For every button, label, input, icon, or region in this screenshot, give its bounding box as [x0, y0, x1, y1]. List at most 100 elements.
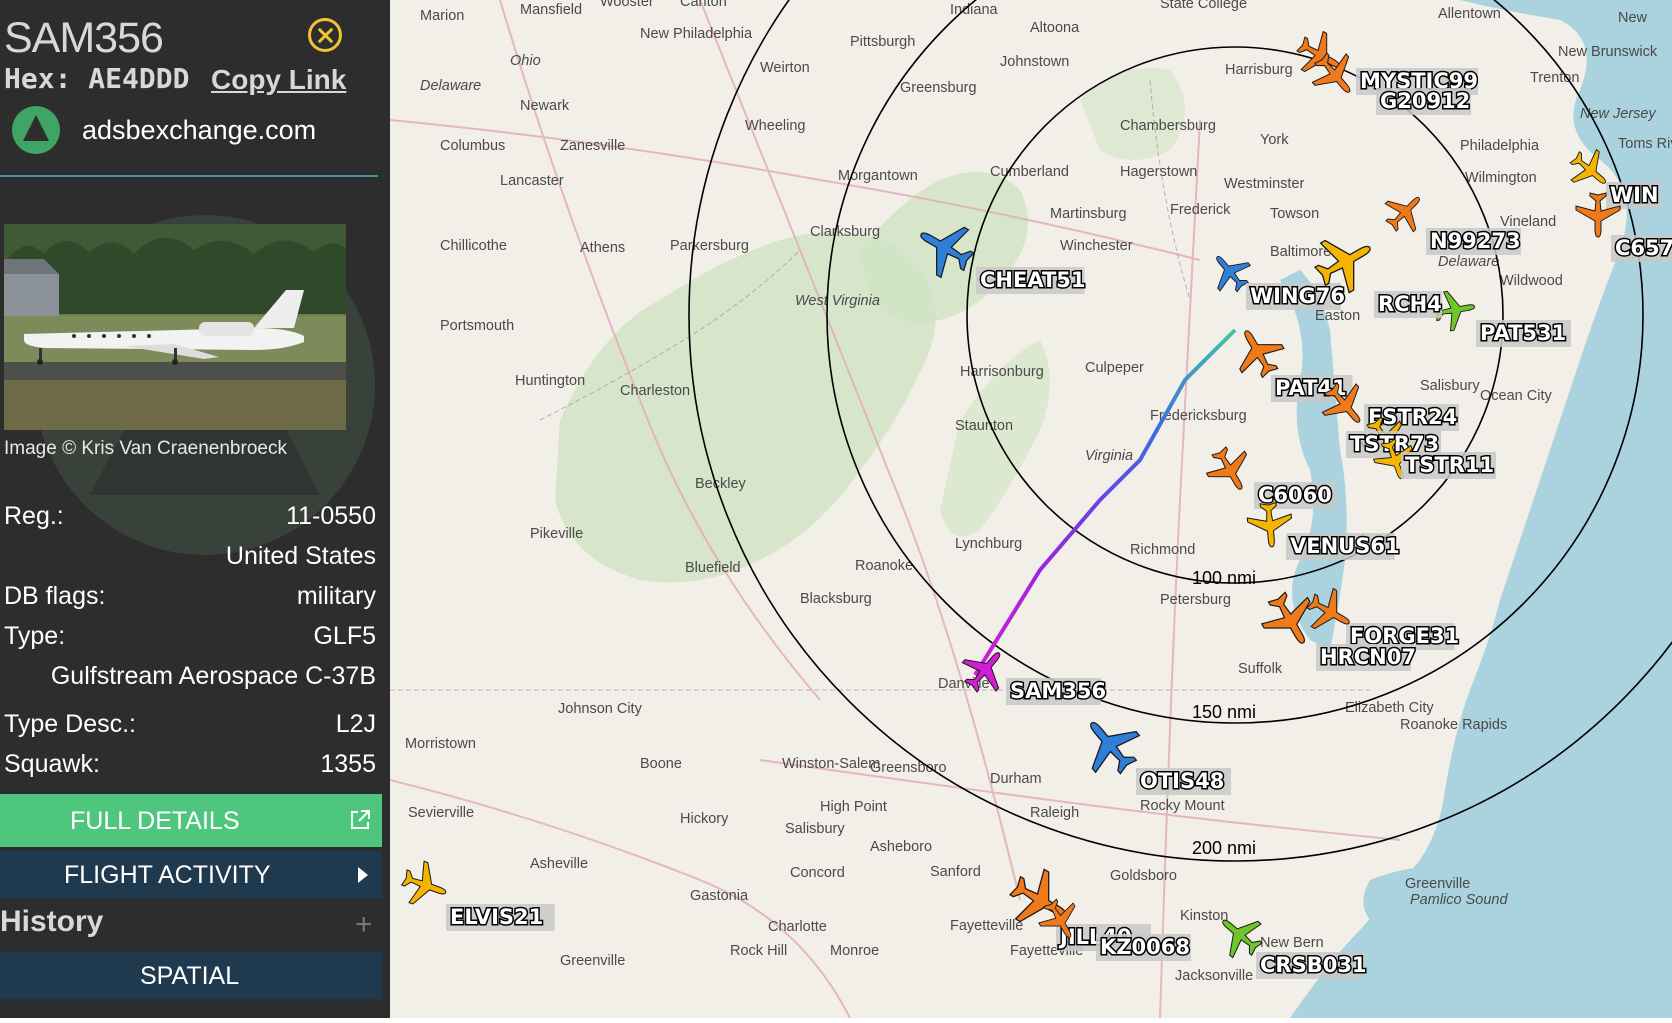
aircraft-label[interactable]: CRSB031	[1259, 952, 1369, 979]
city-label: Roanoke	[855, 558, 913, 574]
city-label: Sevierville	[408, 805, 474, 821]
aircraft-label[interactable]: N99273	[1429, 228, 1523, 255]
city-label: Parkersburg	[670, 238, 749, 254]
plus-icon[interactable]: +	[355, 908, 373, 942]
aircraft-label[interactable]: ELVIS21	[449, 904, 545, 931]
history-section-header[interactable]: History	[0, 899, 390, 951]
city-label: Suffolk	[1238, 661, 1283, 677]
aircraft-label[interactable]: CHEAT51	[979, 267, 1088, 294]
ring-label-100: 100 nmi	[1192, 568, 1256, 588]
aircraft-label[interactable]: WIN	[1609, 182, 1661, 209]
aircraft-callsign: SAM356	[4, 14, 164, 62]
adsbexchange-logo-icon[interactable]	[12, 106, 60, 154]
city-label: Wilmington	[1465, 170, 1537, 186]
city-label: Greensboro	[870, 760, 947, 776]
city-label: Richmond	[1130, 542, 1195, 558]
close-icon[interactable]	[308, 18, 342, 52]
city-label: Johnstown	[1000, 54, 1069, 70]
city-label: Salisbury	[1420, 378, 1480, 394]
photo-credit: Image © Kris Van Craenenbroeck	[4, 438, 287, 459]
spatial-button[interactable]: SPATIAL	[0, 952, 382, 999]
city-label: Morristown	[405, 736, 476, 752]
aircraft-label[interactable]: HRCN07	[1319, 644, 1418, 671]
city-label: Lancaster	[500, 173, 564, 189]
typedesc-value: L2J	[335, 710, 376, 738]
city-label: Pamlico Sound	[1410, 892, 1508, 908]
copy-link[interactable]: Copy Link	[211, 64, 346, 96]
city-label: Culpeper	[1085, 360, 1144, 376]
reg-label: Reg.:	[4, 502, 64, 530]
city-label: Pikeville	[530, 526, 583, 542]
city-label: Chillicothe	[440, 238, 507, 254]
flight-activity-button[interactable]: FLIGHT ACTIVITY	[0, 851, 382, 898]
full-details-label: FULL DETAILS	[70, 807, 240, 835]
city-label: Goldsboro	[1110, 868, 1177, 884]
city-label: Kinston	[1180, 908, 1228, 924]
aircraft-label[interactable]: C6060	[1257, 482, 1334, 509]
city-label: Winchester	[1060, 238, 1133, 254]
city-label: Greenville	[560, 953, 625, 969]
history-label: History	[0, 905, 104, 938]
city-label: Vineland	[1500, 214, 1556, 230]
city-label: Martinsburg	[1050, 206, 1127, 222]
city-label: Wildwood	[1500, 273, 1563, 289]
city-label: Winston-Salem	[782, 756, 880, 772]
city-label: Delaware	[1438, 254, 1499, 270]
flight-activity-label: FLIGHT ACTIVITY	[64, 861, 271, 889]
aircraft-label[interactable]: RCH4	[1377, 291, 1444, 318]
city-label: Easton	[1315, 308, 1360, 324]
city-label: Clarksburg	[810, 224, 880, 240]
city-label: Mansfield	[520, 2, 582, 18]
aircraft-label[interactable]: C657	[1614, 235, 1672, 262]
city-label: Ohio	[510, 53, 541, 69]
spatial-label: SPATIAL	[140, 962, 240, 990]
city-label: Towson	[1270, 206, 1319, 222]
city-label: Petersburg	[1160, 592, 1231, 608]
city-label: Staunton	[955, 418, 1013, 434]
external-link-icon	[351, 810, 370, 829]
city-label: Salisbury	[785, 821, 845, 837]
city-label: Roanoke Rapids	[1400, 717, 1507, 733]
city-label: Marion	[420, 8, 464, 24]
city-label: Asheville	[530, 856, 588, 872]
city-label: York	[1260, 132, 1289, 148]
city-label: Blacksburg	[800, 591, 872, 607]
city-label: Monroe	[830, 943, 879, 959]
aircraft-label[interactable]: KZ0068	[1099, 934, 1192, 961]
site-link[interactable]: adsbexchange.com	[82, 115, 316, 146]
aircraft-label[interactable]: VENUS61	[1289, 533, 1402, 560]
aircraft-label[interactable]: G20912	[1379, 88, 1472, 115]
city-label: New Jersey	[1580, 106, 1656, 122]
city-label: New Brunswick	[1558, 44, 1658, 60]
map-view[interactable]: Marion Mansfield Wooster Canton Indiana Altoo…	[389, 0, 1672, 1019]
full-details-button[interactable]: FULL DETAILS	[0, 794, 382, 847]
aircraft-info-panel: SAM356 Hex: AE4DDD Copy Link adsbexchang…	[0, 0, 390, 1018]
city-label: West Virginia	[795, 293, 880, 309]
aircraft-label[interactable]: SAM356	[1009, 678, 1108, 705]
chevron-right-icon	[358, 867, 368, 883]
city-label: Huntington	[515, 373, 585, 389]
aircraft-label[interactable]: WING76	[1249, 283, 1347, 310]
city-label: Hickory	[680, 811, 729, 827]
city-label: Baltimore	[1270, 244, 1331, 260]
type-name-value: Gulfstream Aerospace C-37B	[50, 662, 376, 690]
aircraft-label[interactable]: TSTR11	[1404, 452, 1496, 479]
aircraft-photo[interactable]	[4, 224, 346, 430]
reg-value[interactable]: 11-0550	[286, 502, 376, 531]
city-label: Elizabeth City	[1345, 700, 1434, 716]
city-label: New Bern	[1260, 935, 1324, 951]
city-label: Gastonia	[690, 888, 749, 904]
city-label: Asheboro	[870, 839, 932, 855]
city-label: Chambersburg	[1120, 118, 1216, 134]
aircraft-label[interactable]: OTIS48	[1139, 768, 1226, 795]
city-label: State College	[1160, 0, 1247, 12]
city-label: Harrisburg	[1225, 62, 1293, 78]
city-label: Athens	[580, 240, 625, 256]
typedesc-label: Type Desc.:	[4, 710, 136, 738]
city-label: Bluefield	[685, 560, 741, 576]
city-label: Rocky Mount	[1140, 798, 1225, 814]
city-label: Canton	[680, 0, 727, 10]
city-label: Greenville	[1405, 876, 1470, 892]
city-label: Delaware	[420, 78, 481, 94]
aircraft-label[interactable]: PAT531	[1479, 320, 1568, 347]
